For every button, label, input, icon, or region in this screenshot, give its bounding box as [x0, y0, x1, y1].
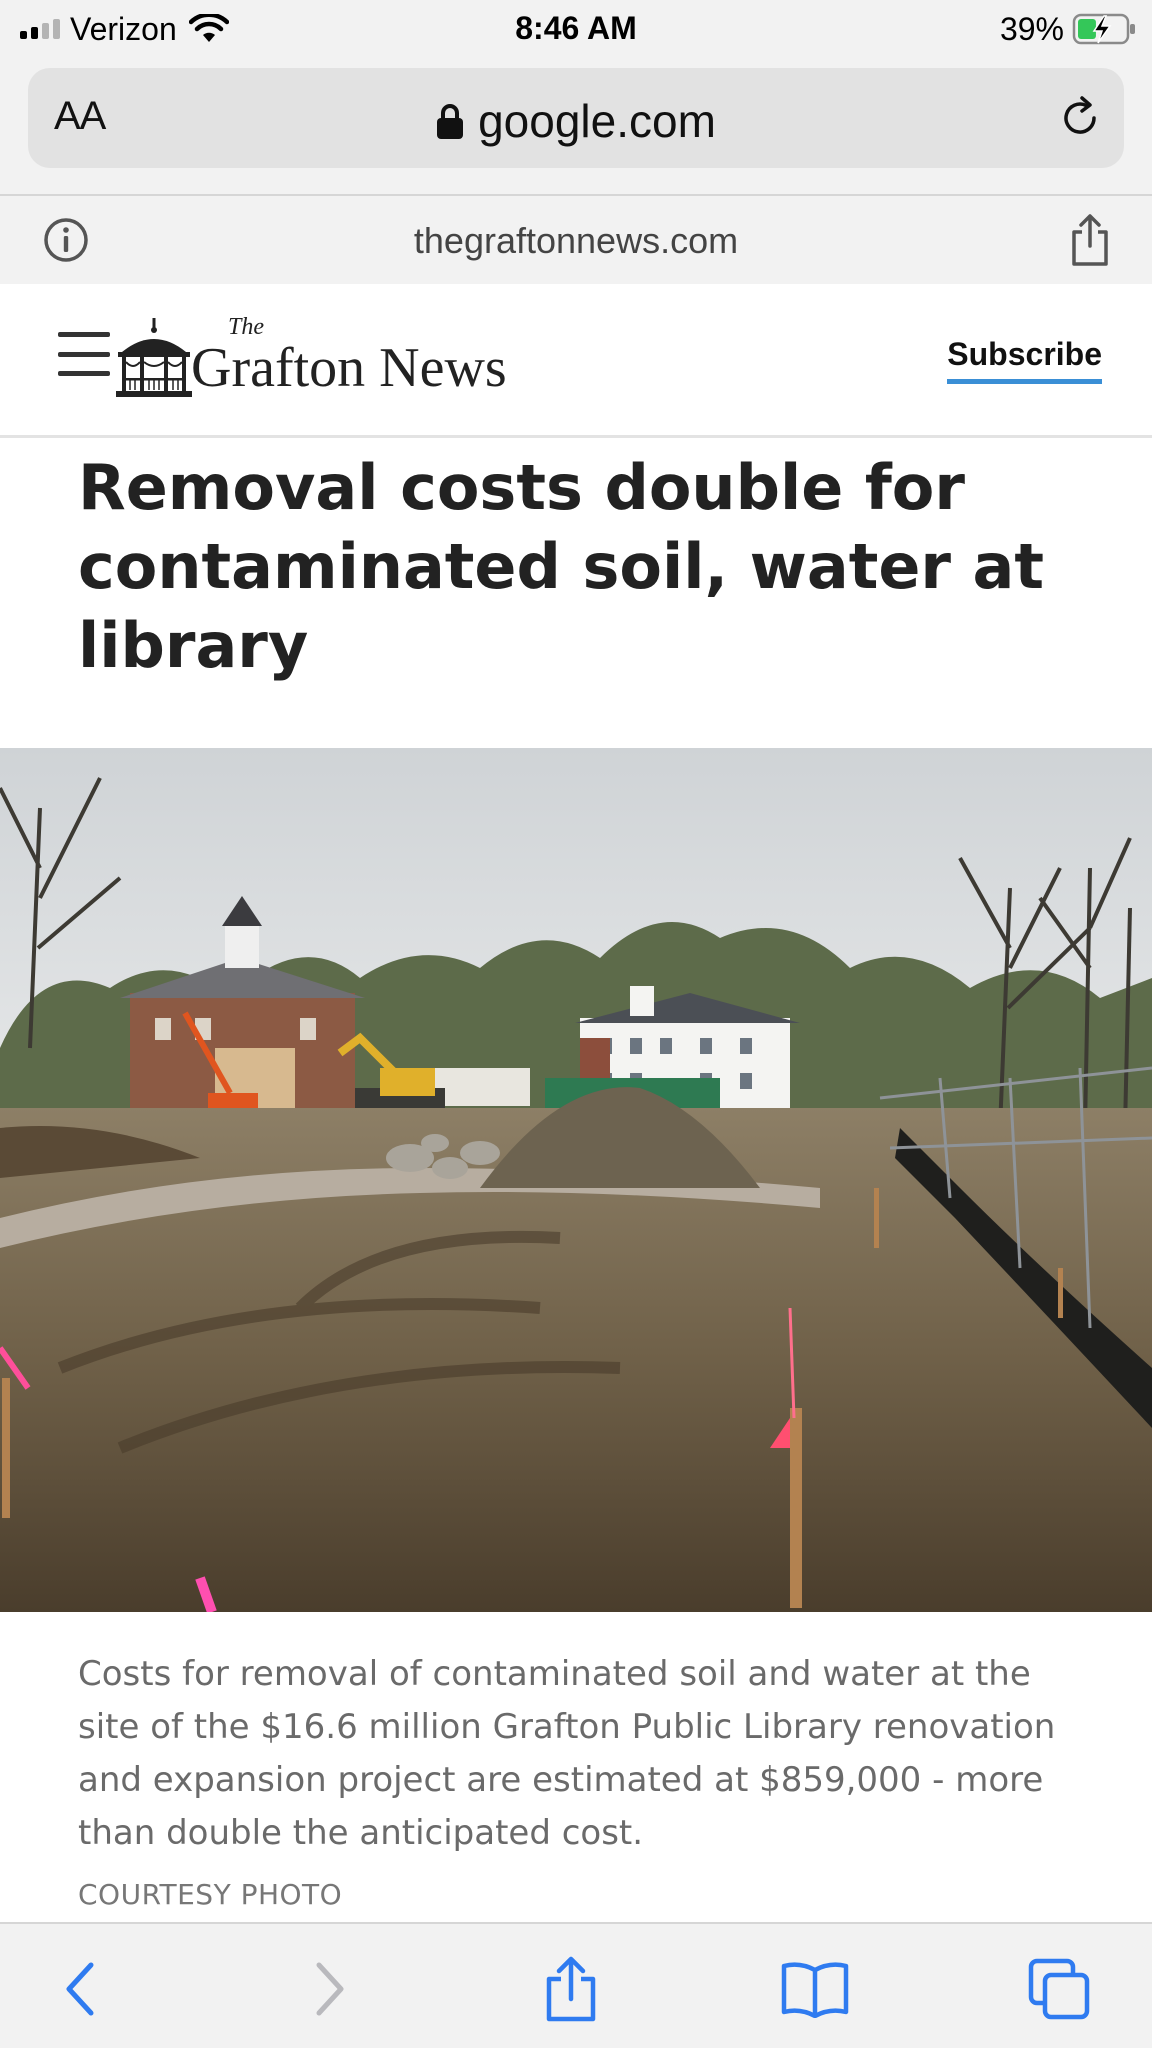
reload-icon[interactable] — [1056, 94, 1104, 142]
url-display[interactable]: google.com — [28, 94, 1124, 148]
url-text: google.com — [478, 95, 716, 147]
share-icon — [546, 1956, 596, 2022]
lock-icon — [437, 104, 464, 139]
photo-caption: Costs for removal of contaminated soil a… — [78, 1654, 1056, 1853]
site-header: The Grafton News Subscribe — [0, 284, 1152, 438]
back-icon — [66, 1962, 94, 2016]
amp-domain-bar: thegraftonnews.com — [0, 196, 1152, 284]
logo-name: Grafton News — [191, 337, 507, 399]
article-photo — [0, 748, 1152, 1612]
site-logo[interactable]: The Grafton News — [116, 310, 516, 410]
amp-domain[interactable]: thegraftonnews.com — [0, 220, 1152, 262]
hamburger-menu-icon[interactable] — [58, 332, 110, 376]
back-button[interactable] — [46, 1954, 116, 2024]
browser-toolbar — [0, 1922, 1152, 2048]
status-time: 8:46 AM — [515, 10, 637, 46]
address-bar[interactable]: AA google.com — [28, 68, 1124, 168]
forward-button[interactable] — [294, 1954, 364, 2024]
battery-percent: 39% — [999, 10, 1064, 47]
status-right: 39% — [1000, 10, 1138, 48]
subscribe-link[interactable]: Subscribe — [947, 336, 1102, 384]
tabs-button[interactable] — [1024, 1954, 1094, 2024]
forward-icon — [316, 1962, 344, 2016]
photo-credit: COURTESY PHOTO — [78, 1878, 343, 1911]
gazebo-logo-icon — [116, 318, 192, 397]
address-bar-area: AA google.com — [0, 58, 1152, 196]
tabs-icon — [1028, 1958, 1090, 2020]
status-bar: Verizon 8:46 AM 39% — [0, 0, 1152, 58]
bookmarks-button[interactable] — [780, 1954, 850, 2024]
share-icon[interactable] — [1068, 212, 1112, 268]
battery-charging-icon — [1072, 13, 1135, 45]
bookmarks-icon — [781, 1962, 849, 2018]
article-headline: Removal costs double for contaminated so… — [78, 451, 1045, 682]
toolbar-share-button[interactable] — [536, 1954, 606, 2024]
